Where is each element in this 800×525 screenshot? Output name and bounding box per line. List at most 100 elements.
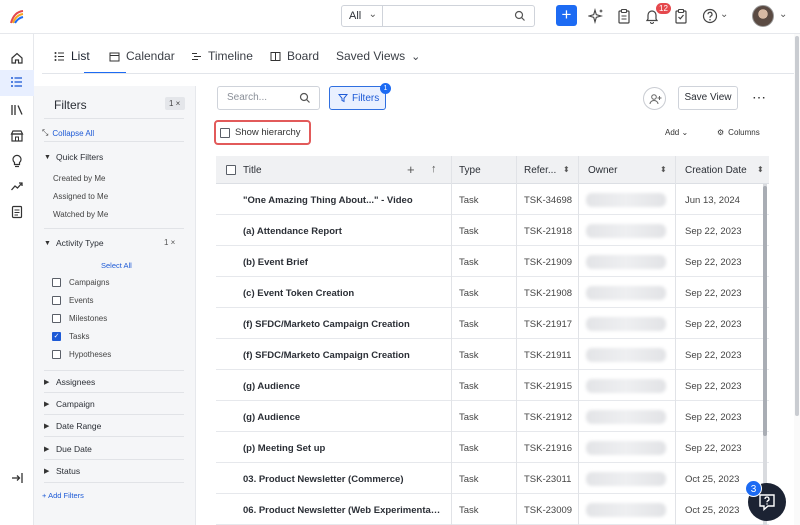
table-row[interactable]: (f) SFDC/Marketo Campaign Creation Task TS… — [216, 308, 769, 339]
checkbox[interactable] — [52, 296, 61, 305]
checkbox-hypotheses[interactable]: Hypotheses — [52, 350, 111, 359]
table-row[interactable]: (f) SFDC/Marketo Campaign Creation Task TS… — [216, 339, 769, 370]
checkbox[interactable] — [52, 278, 61, 287]
sort-toggle-icon[interactable]: ⬍ — [660, 165, 667, 174]
select-all-link[interactable]: Select All — [101, 261, 132, 270]
app-logo-icon[interactable] — [8, 8, 26, 26]
row-title[interactable]: (f) SFDC/Marketo Campaign Creation — [243, 319, 441, 330]
share-button[interactable] — [643, 87, 666, 110]
calendar-icon — [109, 52, 120, 61]
nav-home[interactable] — [0, 46, 34, 72]
tab-saved-views[interactable]: Saved Views ⌄ — [336, 49, 420, 63]
more-options-icon[interactable]: ⋯ — [752, 89, 767, 106]
expand-sidebar[interactable] — [0, 466, 34, 492]
tab-calendar[interactable]: Calendar — [109, 49, 175, 63]
nav-analytics[interactable] — [0, 174, 34, 200]
page-scrollbar-thumb[interactable] — [795, 36, 799, 416]
chevron-down-icon[interactable]: ⌄ — [779, 9, 787, 20]
add-button[interactable]: Add ⌄ — [665, 128, 688, 137]
filter-section-assignees[interactable]: ▶ Assignees — [44, 377, 95, 387]
table-row[interactable]: (c) Event Token Creation Task TSK-21908 Sep… — [216, 277, 769, 308]
sort-toggle-icon[interactable]: ⬍ — [757, 165, 764, 174]
activity-type-section[interactable]: ▼ Activity Type — [44, 238, 104, 248]
nav-ideas[interactable] — [0, 149, 34, 175]
checkbox-checked[interactable]: ✓ — [52, 332, 61, 341]
row-title[interactable]: (g) Audience — [243, 412, 441, 423]
checkbox[interactable] — [52, 350, 61, 359]
table-row[interactable]: (p) Meeting Set up Task TSK-21916 Sep 22, 2… — [216, 432, 769, 463]
save-view-button[interactable]: Save View — [678, 86, 738, 110]
row-title[interactable]: 03. Product Newsletter (Commerce) — [243, 474, 441, 485]
nav-library[interactable] — [0, 98, 34, 124]
clipboard-icon[interactable] — [616, 8, 632, 24]
column-header-creation-date[interactable]: Creation Date — [685, 165, 747, 176]
filter-section-date-range[interactable]: ▶ Date Range — [44, 421, 101, 431]
section-label: Quick Filters — [56, 152, 104, 162]
quick-filter-item[interactable]: Created by Me — [53, 174, 105, 183]
table-row[interactable]: (g) Audience Task TSK-21915 Sep 22, 2023 — [216, 370, 769, 401]
row-title[interactable]: "One Amazing Thing About..." - Video — [243, 195, 441, 206]
document-icon — [11, 205, 23, 219]
column-header-owner[interactable]: Owner — [588, 165, 617, 176]
nav-documents[interactable] — [0, 200, 34, 226]
select-all-checkbox[interactable] — [226, 165, 236, 175]
task-check-icon[interactable] — [673, 8, 689, 24]
filter-section-due-date[interactable]: ▶ Due Date — [44, 444, 92, 454]
tab-board[interactable]: Board — [270, 49, 319, 63]
quick-filters-section[interactable]: ▼ Quick Filters — [44, 152, 103, 162]
table-row[interactable]: (a) Attendance Report Task TSK-21918 Sep 22… — [216, 215, 769, 246]
list-search[interactable] — [217, 86, 320, 110]
add-column-icon[interactable]: + — [407, 162, 415, 177]
sort-up-icon[interactable]: ↑ — [431, 163, 437, 175]
table-row[interactable]: "One Amazing Thing About..." - Video Task… — [216, 184, 769, 215]
section-label: Status — [56, 466, 81, 476]
tab-list[interactable]: List — [54, 49, 90, 63]
search-input[interactable] — [227, 92, 297, 103]
checkbox[interactable] — [52, 314, 61, 323]
quick-filter-item[interactable]: Watched by Me — [53, 210, 108, 219]
row-title[interactable]: (f) SFDC/Marketo Campaign Creation — [243, 350, 441, 361]
row-title[interactable]: (p) Meeting Set up — [243, 443, 441, 454]
show-hierarchy-toggle[interactable]: Show hierarchy — [220, 127, 300, 138]
checkbox-campaigns[interactable]: Campaigns — [52, 278, 109, 287]
add-filters-button[interactable]: + Add Filters — [42, 491, 84, 500]
help-chevron-icon[interactable]: ⌄ — [720, 9, 728, 20]
create-button[interactable]: + — [556, 5, 577, 26]
row-title[interactable]: 06. Product Newsletter (Web Experimentat… — [243, 505, 441, 516]
filter-section-status[interactable]: ▶ Status — [44, 466, 80, 476]
columns-button[interactable]: ⚙ Columns — [717, 128, 760, 137]
quick-filter-item[interactable]: Assigned to Me — [53, 192, 108, 201]
row-title[interactable]: (b) Event Brief — [243, 257, 441, 268]
global-search-input[interactable] — [382, 5, 535, 27]
user-avatar[interactable] — [752, 5, 774, 27]
checkbox-tasks[interactable]: ✓ Tasks — [52, 332, 89, 341]
tab-timeline[interactable]: Timeline — [191, 49, 253, 63]
filters-count-chip[interactable]: 1 × — [165, 97, 185, 110]
sort-toggle-icon[interactable]: ⬍ — [563, 165, 570, 174]
column-header-type[interactable]: Type — [459, 165, 481, 176]
table-row[interactable]: (g) Audience Task TSK-21912 Sep 22, 2023 — [216, 401, 769, 432]
row-title[interactable]: (g) Audience — [243, 381, 441, 392]
ai-sparkle-icon[interactable] — [588, 8, 604, 24]
tab-label: Calendar — [126, 49, 175, 63]
row-title[interactable]: (a) Attendance Report — [243, 226, 441, 237]
caret-right-icon: ▶ — [44, 401, 50, 408]
table-row[interactable]: (b) Event Brief Task TSK-21909 Sep 22, 2023 — [216, 246, 769, 277]
filter-section-campaign[interactable]: ▶ Campaign — [44, 399, 95, 409]
checkbox-events[interactable]: Events — [52, 296, 93, 305]
row-title[interactable]: (c) Event Token Creation — [243, 288, 441, 299]
scope-select[interactable]: All ⌄ — [341, 5, 383, 27]
column-header-reference[interactable]: Refer... — [524, 165, 556, 176]
collapse-all-button[interactable]: ⤡ Collapse All — [42, 128, 94, 138]
activity-type-count-chip[interactable]: 1 × — [164, 238, 175, 247]
checkbox[interactable] — [220, 127, 230, 138]
help-icon[interactable] — [702, 8, 718, 24]
nav-list[interactable] — [0, 70, 34, 96]
table-row[interactable]: 03. Product Newsletter (Commerce) Task TSK… — [216, 463, 769, 494]
filters-button[interactable]: Filters — [329, 86, 386, 110]
nav-store[interactable] — [0, 124, 34, 150]
checkbox-milestones[interactable]: Milestones — [52, 314, 107, 323]
column-header-title[interactable]: Title — [243, 165, 262, 176]
table-scrollbar-thumb[interactable] — [763, 186, 767, 436]
table-row[interactable]: 06. Product Newsletter (Web Experimentat… — [216, 494, 769, 525]
